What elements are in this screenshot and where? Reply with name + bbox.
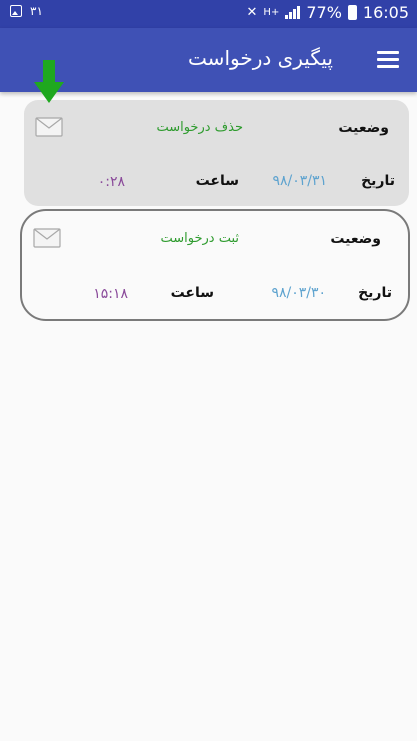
time-label: ساعت [170,285,214,301]
down-arrow-icon [34,60,64,103]
gallery-icon [10,5,22,17]
page-title: پیگیری درخواست [188,46,333,70]
status-bar-right: ✕ H+ 77% 16:05 [247,3,409,22]
time-value: ۱۵:۱۸ [93,286,128,302]
status-value: حذف درخواست [156,120,243,135]
battery-icon [347,5,357,20]
time-value: ۰:۲۸ [97,174,125,190]
date-value: ۹۸/۰۳/۳۱ [272,173,327,189]
hamburger-menu-icon[interactable] [377,51,399,68]
status-label: وضعیت [338,120,389,136]
status-label: وضعیت [330,231,381,247]
status-value: ثبت درخواست [160,231,239,246]
status-bar-left: ۳۱ [10,4,43,18]
mail-icon[interactable] [35,117,63,137]
date-value: ۹۸/۰۳/۳۰ [271,285,326,301]
date-label: تاریخ [358,285,392,301]
time-label: ساعت [195,173,239,189]
network-type-icon: H+ [263,7,280,18]
signal-icon [285,6,301,19]
clock: 16:05 [362,3,409,22]
request-card[interactable]: وضعیت حذف درخواست تاریخ ۹۸/۰۳/۳۱ ساعت ۰:… [24,100,409,206]
notification-count: ۳۱ [30,4,43,18]
mail-icon[interactable] [33,228,61,248]
mute-icon: ✕ [246,5,258,20]
battery-percent: 77% [306,3,342,22]
date-label: تاریخ [361,173,395,189]
request-card[interactable]: وضعیت ثبت درخواست تاریخ ۹۸/۰۳/۳۰ ساعت ۱۵… [20,209,410,321]
status-bar: ۳۱ ✕ H+ 77% 16:05 [0,0,417,28]
